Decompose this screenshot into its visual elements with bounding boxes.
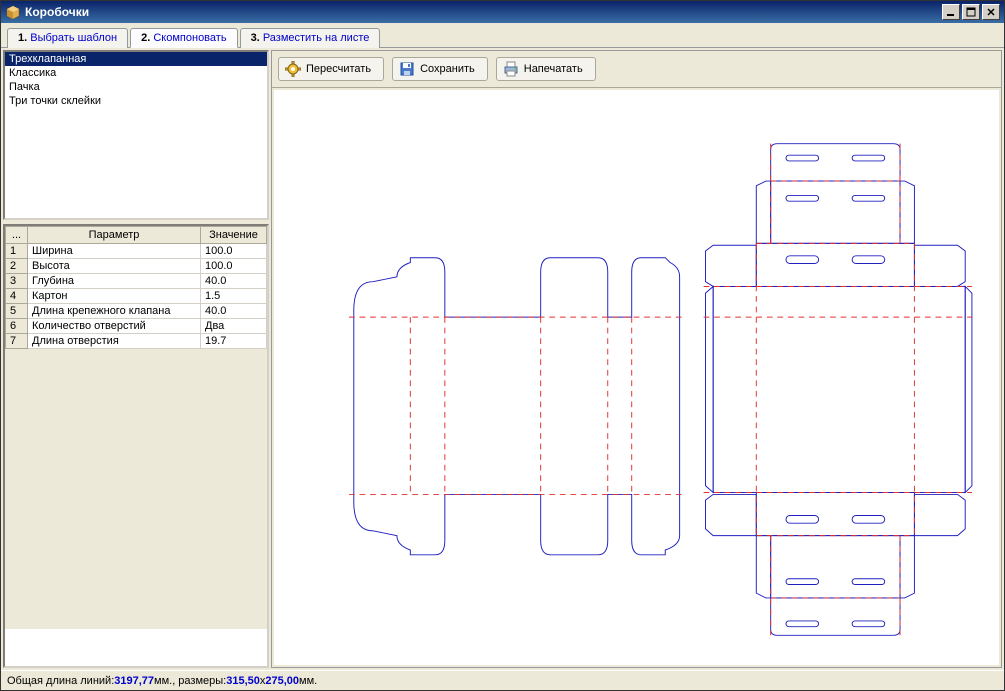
button-label: Сохранить	[420, 63, 475, 75]
table-row[interactable]: 3Глубина40.0	[6, 274, 267, 289]
param-name: Высота	[28, 259, 201, 274]
param-name: Ширина	[28, 244, 201, 259]
tab-compose[interactable]: 2. Скомпоновать	[130, 28, 237, 48]
button-label: Напечатать	[524, 63, 583, 75]
main-area: Трехклапанная Классика Пачка Три точки с…	[1, 48, 1004, 670]
param-name: Картон	[28, 289, 201, 304]
col-name[interactable]: Параметр	[28, 227, 201, 244]
table-row[interactable]: 7Длина отверстия19.7	[6, 334, 267, 349]
table-row[interactable]: 1Ширина100.0	[6, 244, 267, 259]
drawing-canvas[interactable]	[274, 90, 999, 665]
row-index: 7	[6, 334, 28, 349]
row-index: 4	[6, 289, 28, 304]
box-layout-svg	[274, 90, 999, 665]
statusbar: Общая длина линий: 3197,77 мм., размеры:…	[1, 670, 1004, 690]
sidebar: Трехклапанная Классика Пачка Три точки с…	[3, 50, 269, 668]
recalculate-button[interactable]: Пересчитать	[278, 57, 384, 81]
tab-place-on-sheet[interactable]: 3. Разместить на листе	[240, 28, 381, 48]
gear-icon	[285, 61, 301, 77]
col-idx[interactable]: ...	[6, 227, 28, 244]
row-index: 2	[6, 259, 28, 274]
col-value[interactable]: Значение	[201, 227, 267, 244]
table-filler	[5, 349, 267, 629]
tab-select-template[interactable]: 1. Выбрать шаблон	[7, 28, 128, 48]
param-value[interactable]: 1.5	[201, 289, 267, 304]
close-button[interactable]	[982, 4, 1000, 20]
status-label: мм.	[299, 675, 317, 687]
toolbar: Пересчитать Сохранить	[272, 51, 1001, 88]
param-value[interactable]: 19.7	[201, 334, 267, 349]
status-width: 315,50	[226, 675, 260, 687]
floppy-icon	[399, 61, 415, 77]
minimize-button[interactable]	[942, 4, 960, 20]
template-item[interactable]: Трехклапанная	[5, 52, 267, 66]
param-value[interactable]: 100.0	[201, 259, 267, 274]
row-index: 6	[6, 319, 28, 334]
save-button[interactable]: Сохранить	[392, 57, 488, 81]
app-icon	[5, 4, 21, 20]
window-title: Коробочки	[25, 5, 942, 19]
status-height: 275,00	[265, 675, 299, 687]
row-index: 3	[6, 274, 28, 289]
template-item[interactable]: Классика	[5, 66, 267, 80]
param-name: Длина крепежного клапана	[28, 304, 201, 319]
status-label: Общая длина линий:	[7, 675, 114, 687]
titlebar: Коробочки	[1, 1, 1004, 23]
param-value[interactable]: 40.0	[201, 274, 267, 289]
table-row[interactable]: 4Картон1.5	[6, 289, 267, 304]
template-list[interactable]: Трехклапанная Классика Пачка Три точки с…	[3, 50, 269, 220]
param-value[interactable]: Два	[201, 319, 267, 334]
status-label: мм., размеры:	[154, 675, 226, 687]
table-row[interactable]: 2Высота100.0	[6, 259, 267, 274]
table-row[interactable]: 5Длина крепежного клапана40.0	[6, 304, 267, 319]
row-index: 1	[6, 244, 28, 259]
button-label: Пересчитать	[306, 63, 371, 75]
parameter-table: ... Параметр Значение 1Ширина100.02Высот…	[3, 224, 269, 668]
tabbar: 1. Выбрать шаблон 2. Скомпоновать 3. Раз…	[1, 23, 1004, 48]
print-button[interactable]: Напечатать	[496, 57, 596, 81]
param-name: Длина отверстия	[28, 334, 201, 349]
param-value[interactable]: 100.0	[201, 244, 267, 259]
status-length: 3197,77	[114, 675, 154, 687]
row-index: 5	[6, 304, 28, 319]
maximize-button[interactable]	[962, 4, 980, 20]
window-buttons	[942, 4, 1000, 20]
param-value[interactable]: 40.0	[201, 304, 267, 319]
template-item[interactable]: Три точки склейки	[5, 94, 267, 108]
content-panel: Пересчитать Сохранить	[271, 50, 1002, 668]
printer-icon	[503, 61, 519, 77]
param-name: Количество отверстий	[28, 319, 201, 334]
param-name: Глубина	[28, 274, 201, 289]
template-item[interactable]: Пачка	[5, 80, 267, 94]
table-row[interactable]: 6Количество отверстийДва	[6, 319, 267, 334]
